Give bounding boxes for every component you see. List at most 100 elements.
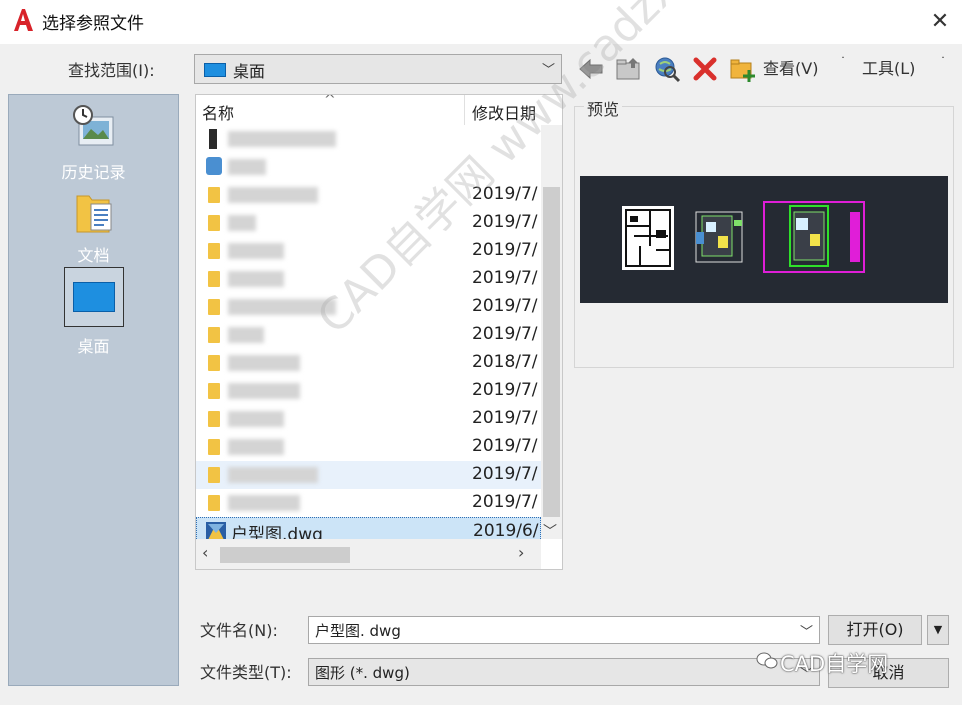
window-title: 选择参照文件 xyxy=(42,14,144,34)
file-row[interactable]: 2019/7/ xyxy=(196,405,541,433)
file-list[interactable]: 名称 ^ 修改日期 2019/7/ 2019/7/ 2019/7/ 2019/7… xyxy=(195,94,563,570)
lookin-label: 查找范围(I): xyxy=(68,61,155,80)
file-row[interactable]: 2018/7/ xyxy=(196,349,541,377)
file-row[interactable]: 2019/7/ xyxy=(196,265,541,293)
file-date: 2019/7/ xyxy=(472,184,538,204)
place-history-label: 历史记录 xyxy=(61,163,126,182)
desktop-selected-frame xyxy=(64,267,124,327)
file-row[interactable]: 2019/7/ xyxy=(196,489,541,517)
open-button[interactable]: 打开(O) xyxy=(828,615,922,645)
up-folder-icon[interactable] xyxy=(614,54,644,84)
corner-watermark: CAD自学网 xyxy=(780,652,889,676)
back-arrow-icon[interactable] xyxy=(576,54,606,84)
file-date: 2019/7/ xyxy=(472,212,538,232)
file-row[interactable] xyxy=(196,125,541,153)
filename-value: 户型图. dwg xyxy=(315,622,401,640)
column-date-header[interactable]: 修改日期 xyxy=(472,100,536,124)
file-row[interactable]: 2019/7/ xyxy=(196,377,541,405)
network-icon xyxy=(206,157,222,175)
file-row[interactable] xyxy=(196,153,541,181)
title-bar: 选择参照文件 ✕ xyxy=(0,0,962,44)
places-sidebar: 历史记录 文档 桌面 xyxy=(8,94,179,686)
horizontal-scroll-thumb[interactable] xyxy=(220,547,350,563)
filetype-combobox[interactable]: 图形 (*. dwg) ﹀ xyxy=(308,658,820,686)
vertical-scrollbar[interactable]: ﹀ xyxy=(541,125,562,541)
filetype-label: 文件类型(T): xyxy=(200,663,292,682)
autocad-logo-icon xyxy=(14,9,33,31)
documents-folder-icon xyxy=(76,195,112,233)
scroll-right-icon[interactable]: › xyxy=(518,543,524,562)
tools-dropdown-arrow[interactable]: ˙ xyxy=(940,55,946,69)
scroll-down-icon[interactable]: ﹀ xyxy=(543,521,557,541)
chevron-down-icon[interactable]: ﹀ xyxy=(800,621,813,640)
file-date: 2019/6/ xyxy=(473,521,539,541)
blurred-name xyxy=(228,271,284,287)
folder-icon xyxy=(208,271,220,287)
folder-icon xyxy=(208,495,220,511)
file-row[interactable]: 2019/7/ xyxy=(196,321,541,349)
file-date: 2019/7/ xyxy=(472,296,538,316)
view-menu[interactable]: 查看(V) xyxy=(763,55,818,79)
file-row[interactable]: 2019/7/ xyxy=(196,209,541,237)
folder-icon xyxy=(208,383,220,399)
file-date: 2019/7/ xyxy=(472,268,538,288)
blurred-name xyxy=(228,159,266,175)
scroll-left-icon[interactable]: ‹ xyxy=(202,543,208,562)
filename-combobox[interactable]: 户型图. dwg ﹀ xyxy=(308,616,820,644)
filetype-value: 图形 (*. dwg) xyxy=(315,664,410,682)
blurred-name xyxy=(228,243,284,259)
blurred-name xyxy=(228,187,318,203)
place-desktop[interactable]: 桌面 xyxy=(9,267,178,357)
place-history[interactable]: 历史记录 xyxy=(9,103,178,185)
file-date: 2018/7/ xyxy=(472,352,538,372)
filename-label: 文件名(N): xyxy=(200,621,278,640)
blurred-name xyxy=(228,439,284,455)
place-documents[interactable]: 文档 xyxy=(9,190,178,268)
file-date: 2019/7/ xyxy=(472,240,538,260)
blurred-name xyxy=(228,495,300,511)
blurred-name xyxy=(228,299,336,315)
blurred-name xyxy=(228,355,300,371)
history-icon xyxy=(73,105,114,146)
file-date: 2019/7/ xyxy=(472,380,538,400)
file-date: 2019/7/ xyxy=(472,464,538,484)
preview-label: 预览 xyxy=(584,96,623,120)
search-web-icon[interactable] xyxy=(652,54,682,84)
close-button[interactable]: ✕ xyxy=(924,6,956,38)
chevron-down-icon[interactable]: ﹀ xyxy=(542,59,555,78)
drive-icon xyxy=(209,129,217,149)
file-row[interactable]: 2019/7/ xyxy=(196,461,541,489)
file-row[interactable]: 2019/7/ xyxy=(196,293,541,321)
column-header: 名称 ^ 修改日期 xyxy=(196,95,562,125)
sort-arrow-icon: ^ xyxy=(324,94,336,108)
place-documents-label: 文档 xyxy=(77,246,110,265)
blurred-name xyxy=(228,327,264,343)
desktop-icon xyxy=(73,282,115,312)
new-folder-icon[interactable] xyxy=(728,54,758,84)
blurred-name xyxy=(228,215,256,231)
wechat-icon xyxy=(756,652,778,669)
folder-icon xyxy=(208,327,220,343)
folder-icon xyxy=(208,299,220,315)
blurred-name xyxy=(228,411,284,427)
file-row[interactable]: 2019/7/ xyxy=(196,237,541,265)
tools-menu[interactable]: 工具(L) xyxy=(862,55,915,79)
column-separator[interactable] xyxy=(464,95,465,125)
horizontal-scrollbar[interactable]: ‹ › xyxy=(196,539,541,569)
folder-icon xyxy=(208,439,220,455)
view-dropdown-arrow[interactable]: ˙ xyxy=(840,55,846,69)
blurred-name xyxy=(228,383,300,399)
folder-icon xyxy=(208,467,220,483)
delete-icon[interactable] xyxy=(690,54,720,84)
file-row[interactable]: 2019/7/ xyxy=(196,433,541,461)
desktop-folder-icon xyxy=(204,63,226,77)
column-name-header[interactable]: 名称 xyxy=(202,100,234,124)
vertical-scroll-thumb[interactable] xyxy=(543,187,560,517)
lookin-combobox[interactable]: 桌面 ﹀ xyxy=(194,54,562,84)
open-dropdown-button[interactable]: ▼ xyxy=(927,615,949,645)
folder-icon xyxy=(208,355,220,371)
folder-icon xyxy=(208,187,220,203)
blurred-name xyxy=(228,467,318,483)
folder-icon xyxy=(208,411,220,427)
file-row[interactable]: 2019/7/ xyxy=(196,181,541,209)
